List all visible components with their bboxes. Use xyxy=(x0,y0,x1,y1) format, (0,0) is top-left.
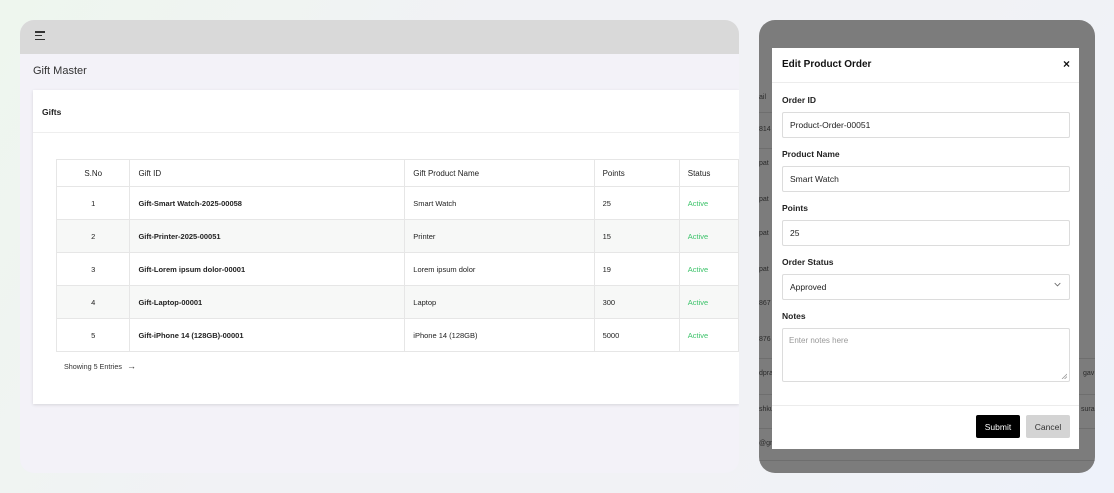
cell-gift-id: Gift-iPhone 14 (128GB)-00001 xyxy=(129,318,406,352)
menu-icon[interactable] xyxy=(35,31,46,41)
cell-points: 25 xyxy=(593,186,680,220)
top-bar xyxy=(20,20,739,54)
table-row[interactable]: 3 Gift-Lorem ipsum dolor-00001 Lorem ips… xyxy=(55,252,739,286)
showing-entries-text: Showing 5 Entries xyxy=(64,362,122,371)
edit-product-order-modal: Edit Product Order × Order ID Product-Or… xyxy=(772,48,1079,449)
order-id-label: Order ID xyxy=(782,95,817,105)
cell-product-name: Printer xyxy=(404,219,595,253)
product-name-field: Product Name Smart Watch xyxy=(782,149,1070,192)
header-status[interactable]: Status xyxy=(678,159,739,187)
cancel-button[interactable]: Cancel xyxy=(1026,415,1070,438)
product-name-input[interactable]: Smart Watch xyxy=(782,166,1070,192)
cell-points: 19 xyxy=(593,252,680,286)
order-status-select[interactable]: Approved xyxy=(782,274,1070,300)
notes-field: Notes Enter notes here xyxy=(782,311,1070,382)
notes-label: Notes xyxy=(782,311,806,321)
gift-master-window: Gift Master Gifts S.No Gift ID Gift Prod… xyxy=(20,20,739,473)
status-badge: Active xyxy=(678,219,739,253)
close-icon[interactable]: × xyxy=(1063,57,1070,71)
order-status-field: Order Status Approved xyxy=(782,257,1070,300)
modal-header: Edit Product Order × xyxy=(772,48,1079,83)
cell-sno: 3 xyxy=(55,252,131,286)
pagination-info: Showing 5 Entries → xyxy=(64,361,136,371)
product-name-label: Product Name xyxy=(782,149,840,159)
header-gift-product-name[interactable]: Gift Product Name xyxy=(404,159,595,187)
background-divider xyxy=(759,112,772,113)
card-title: Gifts xyxy=(42,107,62,117)
cell-gift-id: Gift-Laptop-00001 xyxy=(129,285,406,319)
card-divider xyxy=(33,132,739,133)
status-badge: Active xyxy=(678,186,739,220)
table-row[interactable]: 4 Gift-Laptop-00001 Laptop 300 Active xyxy=(55,285,739,319)
points-field: Points 25 xyxy=(782,203,1070,246)
cell-product-name: Laptop xyxy=(404,285,595,319)
chevron-down-icon xyxy=(1054,282,1061,287)
cell-sno: 1 xyxy=(55,186,131,220)
background-text: pat xyxy=(759,230,769,237)
background-text: dpra xyxy=(759,370,774,377)
header-gift-id[interactable]: Gift ID xyxy=(129,159,406,187)
order-id-input[interactable]: Product-Order-00051 xyxy=(782,112,1070,138)
cell-sno: 5 xyxy=(55,318,131,352)
points-label: Points xyxy=(782,203,808,213)
order-status-label: Order Status xyxy=(782,257,834,267)
background-text: 867 xyxy=(759,300,771,307)
cell-sno: 2 xyxy=(55,219,131,253)
cell-product-name: Lorem ipsum dolor xyxy=(404,252,595,286)
resize-handle-icon[interactable] xyxy=(1061,373,1067,379)
notes-placeholder: Enter notes here xyxy=(789,336,849,345)
table-row[interactable]: 1 Gift-Smart Watch-2025-00058 Smart Watc… xyxy=(55,186,739,220)
background-text: pat xyxy=(759,160,769,167)
table-header-row: S.No Gift ID Gift Product Name Points St… xyxy=(55,159,739,187)
cell-points: 15 xyxy=(593,219,680,253)
background-text: 814 xyxy=(759,126,771,133)
gifts-table: S.No Gift ID Gift Product Name Points St… xyxy=(55,159,739,352)
modal-footer-divider xyxy=(772,405,1079,406)
gifts-card: Gifts S.No Gift ID Gift Product Name Poi… xyxy=(33,90,739,404)
table-row[interactable]: 5 Gift-iPhone 14 (128GB)-00001 iPhone 14… xyxy=(55,318,739,352)
edit-order-window: ail 814 pat pat pat pat 867 876 dpra gav… xyxy=(759,20,1095,473)
modal-title: Edit Product Order xyxy=(782,59,872,70)
background-text: pat xyxy=(759,196,769,203)
notes-textarea[interactable]: Enter notes here xyxy=(782,328,1070,382)
background-text: sura xyxy=(1081,406,1095,413)
cell-product-name: iPhone 14 (128GB) xyxy=(404,318,595,352)
table-row[interactable]: 2 Gift-Printer-2025-00051 Printer 15 Act… xyxy=(55,219,739,253)
status-badge: Active xyxy=(678,318,739,352)
cell-gift-id: Gift-Lorem ipsum dolor-00001 xyxy=(129,252,406,286)
page-title: Gift Master xyxy=(33,65,87,77)
background-text: gav xyxy=(1083,370,1095,377)
order-status-value: Approved xyxy=(790,282,827,292)
order-id-field: Order ID Product-Order-00051 xyxy=(782,95,1070,138)
background-divider xyxy=(759,148,772,149)
arrow-right-icon[interactable]: → xyxy=(127,361,136,371)
points-input[interactable]: 25 xyxy=(782,220,1070,246)
cell-gift-id: Gift-Printer-2025-00051 xyxy=(129,219,406,253)
header-sno[interactable]: S.No xyxy=(55,159,131,187)
cell-sno: 4 xyxy=(55,285,131,319)
cell-points: 300 xyxy=(593,285,680,319)
background-divider xyxy=(759,460,1095,461)
submit-button[interactable]: Submit xyxy=(976,415,1020,438)
cell-gift-id: Gift-Smart Watch-2025-00058 xyxy=(129,186,406,220)
cell-product-name: Smart Watch xyxy=(404,186,595,220)
cell-points: 5000 xyxy=(593,318,680,352)
status-badge: Active xyxy=(678,285,739,319)
header-points[interactable]: Points xyxy=(593,159,680,187)
background-text: ail xyxy=(759,94,767,101)
background-text: pat xyxy=(759,266,769,273)
background-text: 876 xyxy=(759,336,771,343)
status-badge: Active xyxy=(678,252,739,286)
